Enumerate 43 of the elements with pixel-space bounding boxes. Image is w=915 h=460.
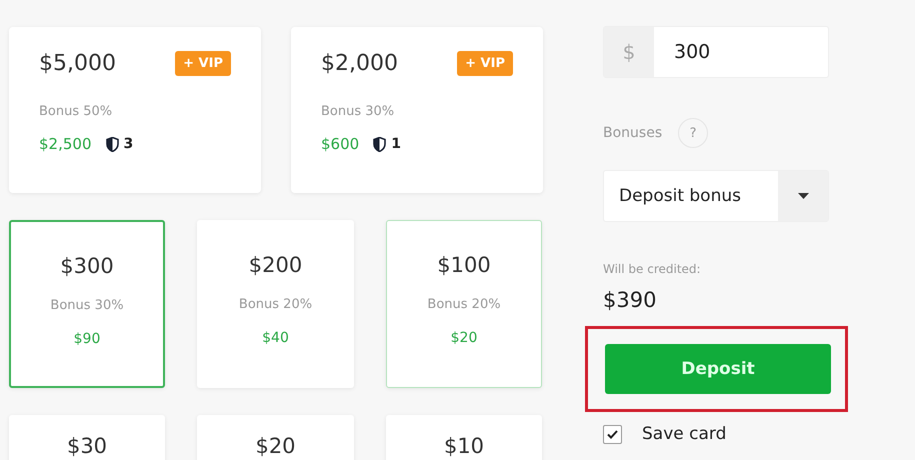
bonuses-label: Bonuses xyxy=(603,125,662,141)
package-card[interactable]: $10 xyxy=(386,415,542,460)
checkmark-icon xyxy=(607,430,618,438)
package-amount: $30 xyxy=(66,434,108,458)
vip-badge: + VIP xyxy=(175,51,231,76)
package-amount: $100 xyxy=(437,253,491,277)
amount-field[interactable]: $ 300 xyxy=(603,26,829,78)
bonus-amount: $2,500 xyxy=(39,135,92,153)
bonus-amount: $20 xyxy=(450,330,478,346)
caret-icon xyxy=(798,193,808,199)
bonus-percent: Bonus 30% xyxy=(50,298,124,313)
package-card[interactable]: $100 Bonus 20% $20 xyxy=(386,220,542,388)
vip-package-card[interactable]: $2,000 + VIP Bonus 30% $600 1 xyxy=(291,27,543,193)
amount-input[interactable]: 300 xyxy=(654,27,828,77)
package-amount: $5,000 xyxy=(39,51,116,76)
bonus-percent: Bonus 20% xyxy=(427,297,501,312)
bonus-percent: Bonus 30% xyxy=(321,104,396,119)
save-card-label: Save card xyxy=(642,424,726,444)
shield-icon xyxy=(106,136,118,152)
bonus-select[interactable]: Deposit bonus xyxy=(603,170,829,222)
vip-package-card[interactable]: $5,000 + VIP Bonus 50% $2,500 3 xyxy=(9,27,261,193)
package-amount: $20 xyxy=(255,434,296,458)
bonus-amount: $90 xyxy=(74,331,100,347)
shield-icon xyxy=(373,136,386,152)
package-card[interactable]: $30 xyxy=(9,415,165,460)
shield-count: 3 xyxy=(124,136,134,152)
package-amount: $10 xyxy=(444,434,484,458)
package-card[interactable]: $300 Bonus 30% $90 xyxy=(9,220,165,388)
package-card[interactable]: $200 Bonus 20% $40 xyxy=(197,220,354,388)
bonus-percent: Bonus 20% xyxy=(238,297,312,312)
currency-symbol: $ xyxy=(604,27,654,77)
package-amount: $200 xyxy=(248,253,302,277)
vip-badge: + VIP xyxy=(457,51,513,76)
credited-amount: $390 xyxy=(603,288,658,312)
credited-label: Will be credited: xyxy=(603,262,702,276)
bonus-amount: $600 xyxy=(321,135,360,153)
package-amount: $2,000 xyxy=(321,51,398,76)
bonus-amount: $40 xyxy=(262,330,289,346)
bonus-percent: Bonus 50% xyxy=(39,104,114,119)
save-card-checkbox[interactable] xyxy=(603,424,622,444)
package-card[interactable]: $20 xyxy=(197,415,354,460)
shield-count: 1 xyxy=(391,136,401,152)
package-amount: $300 xyxy=(60,254,114,278)
